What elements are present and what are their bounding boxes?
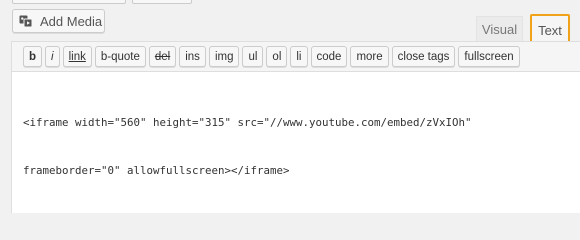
editor-line: frameborder="0" allowfullscreen></iframe… <box>23 164 290 177</box>
del-button[interactable]: del <box>148 46 177 67</box>
italic-button[interactable]: i <box>45 46 60 67</box>
content-textarea[interactable]: <iframe width="560" height="315" src="//… <box>12 72 580 211</box>
upper-button-stub <box>12 0 126 4</box>
editor-line: <iframe width="560" height="315" src="//… <box>23 116 472 129</box>
ol-button[interactable]: ol <box>266 46 288 67</box>
ins-button[interactable]: ins <box>179 46 206 67</box>
add-media-button[interactable]: Add Media <box>12 9 105 33</box>
ul-button[interactable]: ul <box>242 46 264 67</box>
fullscreen-button[interactable]: fullscreen <box>458 46 520 67</box>
bold-button[interactable]: b <box>23 46 43 67</box>
code-button[interactable]: code <box>310 46 348 67</box>
li-button[interactable]: li <box>290 46 308 67</box>
img-button[interactable]: img <box>208 46 240 67</box>
more-button[interactable]: more <box>350 46 389 67</box>
editor-container: b i link b-quote del ins img ul ol li co… <box>11 41 580 213</box>
media-icon <box>19 14 33 28</box>
tab-visual[interactable]: Visual <box>476 16 523 42</box>
quicktags-toolbar: b i link b-quote del ins img ul ol li co… <box>12 42 580 72</box>
add-media-label: Add Media <box>40 13 103 29</box>
upper-button-stub <box>132 0 192 4</box>
close-tags-button[interactable]: close tags <box>391 46 456 67</box>
link-button[interactable]: link <box>62 46 92 67</box>
blockquote-button[interactable]: b-quote <box>94 46 146 67</box>
top-controls-edge <box>0 0 580 4</box>
